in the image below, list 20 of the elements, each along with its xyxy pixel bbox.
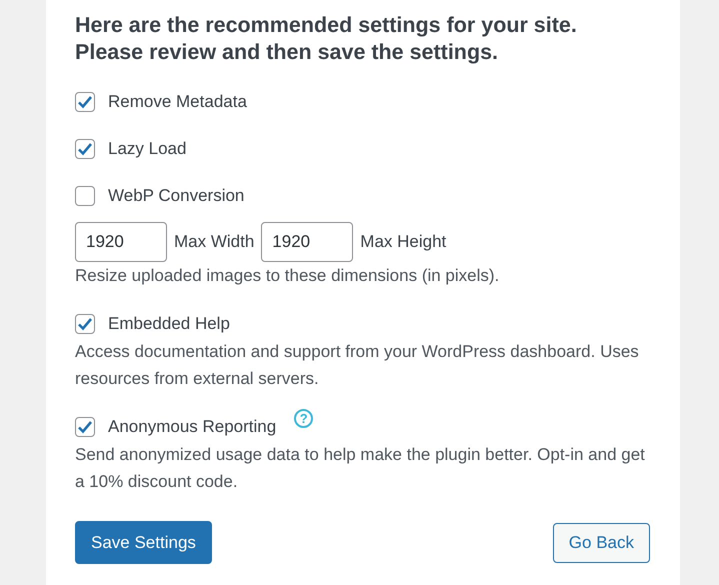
description: Send anonymized usage data to help make the plugin better. Opt-in and get a 10% discount code. (75, 444, 646, 493)
checkbox-label[interactable]: Anonymous Reporting (108, 414, 276, 440)
width-field[interactable]: 1920 (75, 222, 167, 262)
checkbox[interactable] (75, 139, 95, 159)
heading: Here are the recommended settings for your site. Please review and then save the settings. (75, 12, 578, 66)
description: Access documentation and support from your WordPress dashboard. Uses resources from external servers. (75, 341, 640, 390)
description: Resize uploaded images to these dimensions (in pixels). (75, 265, 500, 287)
checkbox-label[interactable]: Remove Metadata (108, 89, 247, 115)
checkbox-label[interactable]: Embedded Help (108, 311, 230, 337)
field-label: Max Width (174, 231, 254, 254)
checkbox-label[interactable]: Lazy Load (108, 136, 186, 162)
checkbox[interactable] (75, 417, 95, 437)
back-button[interactable]: Go Back (552, 523, 650, 563)
height-field[interactable]: 1920 (261, 222, 354, 262)
checkbox[interactable] (75, 186, 95, 206)
checkbox[interactable] (75, 314, 95, 334)
checkbox[interactable] (75, 92, 95, 112)
checkbox-label[interactable]: WebP Conversion (108, 183, 244, 209)
field-label: Max Height (360, 231, 446, 254)
save-button[interactable]: Save Settings (75, 521, 212, 564)
